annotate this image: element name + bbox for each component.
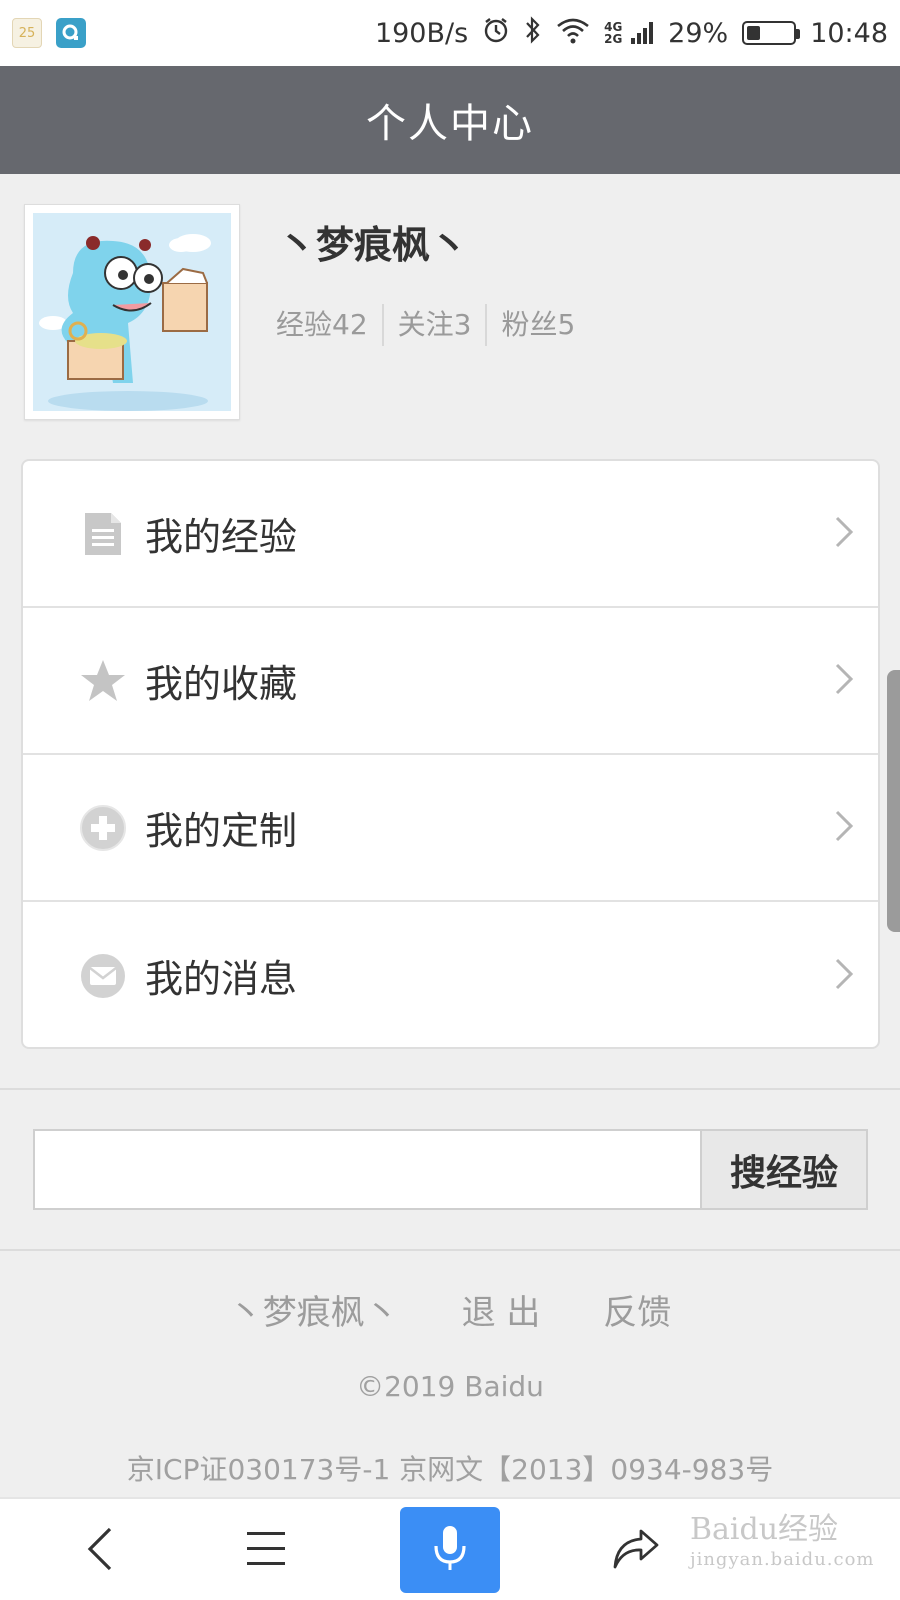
menu-label: 我的收藏: [145, 662, 298, 706]
icp-license: 京ICP证030173号-1 京网文【2013】0934-983号: [126, 1453, 774, 1486]
menu-item-my-messages[interactable]: 我的消息: [23, 902, 878, 1047]
watermark-brand: Baidu经验: [690, 1512, 839, 1547]
bluetooth-icon: [524, 15, 542, 52]
stat-following[interactable]: 关注3: [381, 304, 486, 346]
plus-circle-icon: [79, 804, 127, 852]
voice-search-button[interactable]: [400, 1507, 500, 1593]
user-name: 丶梦痕枫丶: [278, 223, 469, 267]
status-notifications: 25: [12, 18, 86, 48]
footer-links: 丶梦痕枫丶 退 出 反馈: [0, 1285, 900, 1334]
net-speed: 190B/s: [374, 17, 469, 49]
baidu-jingyan-watermark: Baidu经验 jingyan.baidu.com: [690, 1513, 875, 1570]
star-icon: [79, 657, 127, 705]
section-divider: [0, 1249, 900, 1251]
battery-percent: 29%: [668, 17, 729, 49]
signal-icon: 4G 2G: [604, 20, 654, 46]
search-form: 搜经验: [33, 1129, 868, 1210]
avatar[interactable]: [24, 204, 240, 420]
chevron-right-icon: [834, 809, 854, 847]
menu-item-my-favorites[interactable]: 我的收藏: [23, 608, 878, 755]
profile-section: 丶梦痕枫丶 经验42 关注3 粉丝5: [0, 174, 900, 454]
footer-user-link[interactable]: 丶梦痕枫丶: [229, 1293, 399, 1333]
back-button[interactable]: [60, 1499, 140, 1600]
microphone-icon: [433, 1524, 467, 1576]
section-divider: [0, 1088, 900, 1090]
menu-label: 我的消息: [145, 957, 298, 1001]
status-indicators: 190B/s 4G 2G 29% 10:48: [375, 15, 888, 52]
chevron-left-icon: [85, 1526, 115, 1576]
app-header: 个人中心: [0, 66, 900, 174]
calendar-badge: 25: [18, 25, 36, 41]
calendar-app-icon: 25: [12, 18, 42, 48]
battery-level: [747, 26, 760, 40]
browser-toolbar: Baidu经验 jingyan.baidu.com: [0, 1497, 900, 1600]
battery-icon: [742, 21, 801, 45]
wifi-icon: [556, 16, 590, 51]
watermark-url: jingyan.baidu.com: [690, 1549, 875, 1570]
network-type: 4G 2G: [604, 20, 623, 46]
chevron-right-icon: [834, 957, 854, 995]
stat-experience[interactable]: 经验42: [276, 304, 382, 346]
clock: 10:48: [810, 17, 888, 49]
logout-link[interactable]: 退 出: [462, 1293, 541, 1333]
menu-item-my-experience[interactable]: 我的经验: [23, 461, 878, 608]
page-scrollbar[interactable]: [887, 670, 900, 932]
menu-label: 我的定制: [145, 809, 298, 853]
chevron-right-icon: [834, 515, 854, 553]
avatar-image: [33, 213, 231, 411]
search-button[interactable]: 搜经验: [700, 1131, 866, 1208]
search-input[interactable]: [35, 1131, 700, 1208]
feedback-link[interactable]: 反馈: [603, 1293, 671, 1333]
chevron-right-icon: [834, 662, 854, 700]
menu-list: 我的经验 我的收藏 我的定制 我的消息: [21, 459, 880, 1049]
menu-label: 我的经验: [145, 515, 298, 559]
hamburger-icon: [246, 1530, 286, 1572]
menu-button[interactable]: [226, 1499, 306, 1600]
status-bar: 25 190B/s 4G 2G 29% 10:48: [0, 0, 900, 66]
stat-fans[interactable]: 粉丝5: [485, 304, 589, 346]
copyright: ©2019 Baidu: [356, 1370, 544, 1403]
user-stats: 经验42 关注3 粉丝5: [276, 304, 589, 346]
document-icon: [79, 510, 127, 558]
mail-icon: [79, 952, 127, 1000]
alarm-icon: [482, 16, 510, 51]
share-icon: [611, 1527, 659, 1575]
browser-app-icon: [56, 18, 86, 48]
page-title: 个人中心: [366, 101, 534, 147]
menu-item-my-subscriptions[interactable]: 我的定制: [23, 755, 878, 902]
share-button[interactable]: [595, 1499, 675, 1600]
